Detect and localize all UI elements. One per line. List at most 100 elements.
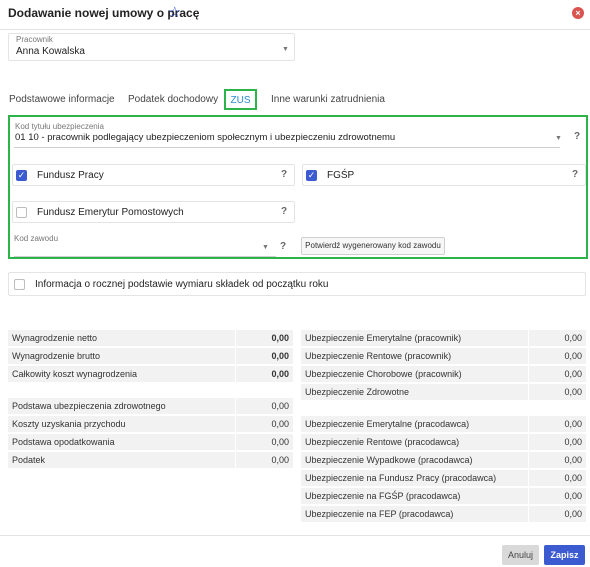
summary-row: Ubezpieczenie Rentowe (pracodawca) 0,00 [301,434,586,451]
summary-row: Wynagrodzenie netto 0,00 [8,330,293,347]
summary-row: Ubezpieczenie Emerytalne (pracownik) 0,0… [301,330,586,347]
summary-label: Ubezpieczenie na Fundusz Pracy (pracodaw… [305,473,497,483]
checkbox-unchecked-icon[interactable] [14,279,25,290]
tab-income-tax[interactable]: Podatek dochodowy [128,94,218,105]
summary-label: Ubezpieczenie Emerytalne (pracownik) [305,333,462,343]
summary-value: 0,00 [271,369,289,379]
annual-info-label: Informacja o rocznej podstawie wymiaru s… [35,279,329,290]
summary-value: 0,00 [564,419,582,429]
checkbox-checked-icon[interactable]: ✓ [306,170,317,181]
summary-value: 0,00 [564,473,582,483]
favorite-star-icon[interactable]: ☆ [168,3,181,21]
profession-code-label: Kod zawodu [14,234,59,243]
help-icon[interactable]: ? [281,169,287,180]
checkbox-unchecked-icon[interactable] [16,207,27,218]
summary-label: Ubezpieczenie Wypadkowe (pracodawca) [305,455,473,465]
summary-row: Ubezpieczenie na Fundusz Pracy (pracodaw… [301,470,586,487]
summary-label: Ubezpieczenie Emerytalne (pracodawca) [305,419,470,429]
profession-code-input[interactable] [14,243,270,255]
summary-row: Koszty uzyskania przychodu 0,00 [8,416,293,433]
summary-label: Koszty uzyskania przychodu [12,419,126,429]
summary-label: Wynagrodzenie netto [12,333,97,343]
summary-value: 0,00 [564,387,582,397]
summary-label: Ubezpieczenie na FEP (pracodawca) [305,509,454,519]
summary-label: Całkowity koszt wynagrodzenia [12,369,138,379]
employee-select[interactable]: Pracownik Anna Kowalska ▼ [8,33,295,61]
divider [528,366,529,383]
summary-value: 0,00 [271,455,289,465]
summary-value: 0,00 [564,491,582,501]
summary-row: Podstawa opodatkowania 0,00 [8,434,293,451]
fundusz-pracy-field[interactable]: ✓ Fundusz Pracy ? [12,164,295,186]
divider [235,434,236,451]
profession-code-underline [14,256,276,257]
divider [528,452,529,469]
chevron-down-icon[interactable]: ▼ [262,244,269,251]
summary-label: Ubezpieczenie Zdrowotne [305,387,410,397]
summary-value: 0,00 [564,369,582,379]
summary-row: Ubezpieczenie Rentowe (pracownik) 0,00 [301,348,586,365]
zus-section: Kod tytułu ubezpieczenia 01 10 - pracown… [8,115,588,259]
summary-row: Podatek 0,00 [8,452,293,469]
divider [235,416,236,433]
summary-row: Ubezpieczenie Zdrowotne 0,00 [301,384,586,401]
tab-other-conditions[interactable]: Inne warunki zatrudnienia [271,94,385,105]
save-button[interactable]: Zapisz [544,545,585,565]
summary-label: Ubezpieczenie na FGŚP (pracodawca) [305,491,461,501]
insurance-code-label: Kod tytułu ubezpieczenia [15,122,104,131]
summary-label: Ubezpieczenie Rentowe (pracodawca) [305,437,460,447]
divider [528,470,529,487]
summary-label: Podstawa ubezpieczenia zdrowotnego [12,401,166,411]
summary-row: Ubezpieczenie Chorobowe (pracownik) 0,00 [301,366,586,383]
divider [528,330,529,347]
summary-row: Ubezpieczenie na FEP (pracodawca) 0,00 [301,506,586,523]
summary-value: 0,00 [564,455,582,465]
summary-value: 0,00 [564,333,582,343]
summary-row: Ubezpieczenie na FGŚP (pracodawca) 0,00 [301,488,586,505]
summary-row: Całkowity koszt wynagrodzenia 0,00 [8,366,293,383]
help-icon[interactable]: ? [281,206,287,217]
tab-zus-label: ZUS [230,95,251,106]
close-icon[interactable]: × [572,7,584,19]
annual-info-field[interactable]: Informacja o rocznej podstawie wymiaru s… [8,272,586,296]
tab-zus[interactable]: ZUS [224,89,257,110]
divider [235,348,236,365]
summary-value: 0,00 [271,351,289,361]
chevron-down-icon[interactable]: ▼ [555,135,562,142]
summary-row: Ubezpieczenie Wypadkowe (pracodawca) 0,0… [301,452,586,469]
dialog-header: Dodawanie nowej umowy o pracę ☆ × [0,0,590,30]
fgsp-label: FGŚP [327,170,355,181]
fundusz-pracy-label: Fundusz Pracy [37,170,104,181]
summary-value: 0,00 [564,351,582,361]
help-icon[interactable]: ? [572,169,578,180]
divider [528,488,529,505]
divider [528,434,529,451]
confirm-profession-code-button[interactable]: Potwierdź wygenerowany kod zawodu [301,237,445,255]
fgsp-field[interactable]: ✓ FGŚP ? [302,164,586,186]
employee-label: Pracownik [16,35,53,44]
divider [235,366,236,383]
divider [528,348,529,365]
help-icon[interactable]: ? [280,241,286,252]
insurance-code-underline [14,147,560,148]
checkbox-checked-icon[interactable]: ✓ [16,170,27,181]
summary-label: Podstawa opodatkowania [12,437,115,447]
fep-label: Fundusz Emerytur Pomostowych [37,207,184,218]
insurance-code-select[interactable]: 01 10 - pracownik podlegający ubezpiecze… [15,132,395,143]
summary-label: Wynagrodzenie brutto [12,351,100,361]
summary-value: 0,00 [271,419,289,429]
fep-field[interactable]: Fundusz Emerytur Pomostowych ? [12,201,295,223]
summary-label: Ubezpieczenie Chorobowe (pracownik) [305,369,462,379]
cancel-button[interactable]: Anuluj [502,545,539,565]
summary-label: Ubezpieczenie Rentowe (pracownik) [305,351,452,361]
summary-row: Podstawa ubezpieczenia zdrowotnego 0,00 [8,398,293,415]
divider [528,506,529,523]
chevron-down-icon: ▼ [282,46,289,53]
help-icon[interactable]: ? [574,131,580,142]
divider [235,398,236,415]
tab-basic-info[interactable]: Podstawowe informacje [9,94,115,105]
summary-value: 0,00 [271,401,289,411]
summary-value: 0,00 [564,509,582,519]
summary-value: 0,00 [271,437,289,447]
summary-value: 0,00 [564,437,582,447]
